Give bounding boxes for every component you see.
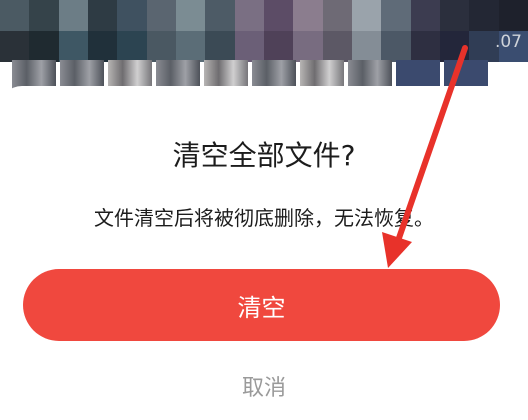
dialog-title: 清空全部文件? — [172, 139, 356, 172]
clear-files-dialog: 清空全部文件? 文件清空后将被彻底删除，无法恢复。 清空 取消 — [0, 86, 528, 420]
confirm-clear-button[interactable]: 清空 — [23, 269, 500, 341]
background-corner-text: .07 — [494, 32, 522, 52]
cancel-button[interactable]: 取消 — [0, 370, 528, 402]
blurred-background — [0, 0, 528, 62]
dialog-message: 文件清空后将被彻底删除，无法恢复。 — [94, 206, 434, 230]
